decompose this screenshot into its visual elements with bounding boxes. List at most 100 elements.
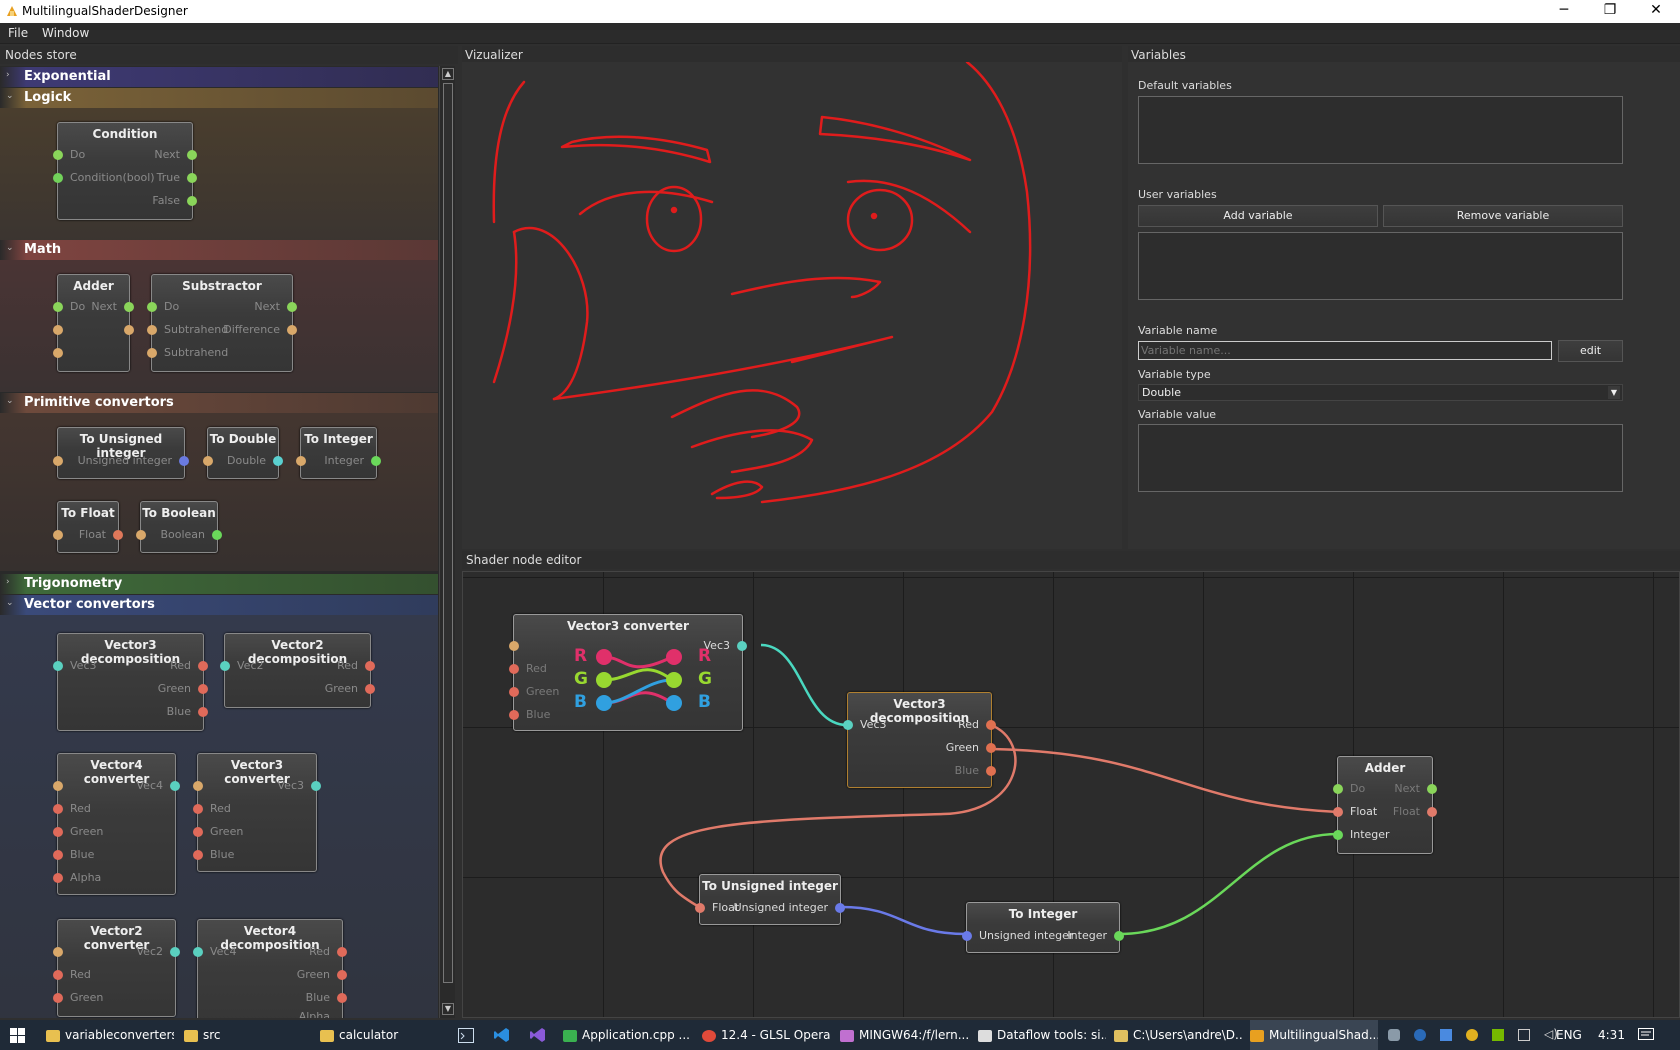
scroll-thumb[interactable] (443, 83, 453, 983)
terminal-icon[interactable] (458, 1028, 474, 1043)
store-node-vector4-converter[interactable]: Vector4 converter Vec4 Red Green Blue Al… (53, 753, 180, 895)
taskbar-item-dataflow[interactable]: Dataflow tools: si... (978, 1020, 1106, 1050)
pin (296, 456, 306, 466)
network-icon[interactable] (1518, 1029, 1530, 1041)
pin[interactable] (1333, 830, 1343, 840)
variable-type-select[interactable]: Double ▼ (1138, 384, 1623, 401)
pin (53, 302, 63, 312)
taskbar-item-variableconverters[interactable]: variableconverters (46, 1020, 174, 1050)
pin (53, 325, 63, 335)
store-node-vector3-converter[interactable]: Vector3 converter Vec3 Red Green Blue (193, 753, 321, 872)
pin[interactable] (843, 720, 853, 730)
taskbar-item-mingw[interactable]: MINGW64:/f/lern... (840, 1020, 968, 1050)
edit-button[interactable]: edit (1558, 340, 1623, 362)
minimize-button[interactable]: ─ (1541, 0, 1587, 23)
store-node-vector3-decomposition[interactable]: Vector3 decomposition Vec3 Red Green Blu… (53, 633, 208, 731)
pin[interactable] (986, 720, 996, 730)
nodes-store-scrollbar[interactable]: ▲ ▼ (439, 66, 455, 1018)
store-node-vector4-decomposition[interactable]: Vector4 decomposition Vec4 Red Green Blu… (193, 919, 347, 1018)
chrome-tray-icon[interactable] (1466, 1029, 1478, 1041)
taskbar-item-calculator[interactable]: calculator (320, 1020, 448, 1050)
store-node-vector2-decomposition[interactable]: Vector2 decomposition Vec2 Red Green (220, 633, 375, 708)
variable-type-label: Variable type (1138, 368, 1211, 381)
editor-node-to-unsigned-integer[interactable]: To Unsigned integer Float Unsigned integ… (695, 874, 845, 925)
pin[interactable] (986, 766, 996, 776)
store-node-to-double[interactable]: To Double Double (203, 427, 283, 479)
pin[interactable] (962, 931, 972, 941)
store-node-vector2-converter[interactable]: Vector2 converter Vec2 Red Green (53, 919, 180, 1017)
category-vector[interactable]: ⌄ Vector convertors (0, 595, 438, 615)
category-exponential[interactable]: › Exponential (0, 67, 438, 87)
editor-node-adder[interactable]: Adder Do Next Float Float Integer (1333, 756, 1437, 854)
default-variables-list[interactable] (1138, 96, 1623, 164)
taskbar-label: src (203, 1028, 221, 1042)
pin[interactable] (1333, 784, 1343, 794)
add-variable-button[interactable]: Add variable (1138, 205, 1378, 227)
steam-icon[interactable] (1414, 1029, 1426, 1041)
editor-node-vector3-converter[interactable]: Vector3 converter Vec3 Red Green Blue R … (509, 614, 747, 731)
vscode-icon[interactable] (494, 1027, 510, 1043)
scroll-up-icon[interactable]: ▲ (442, 68, 454, 80)
store-node-to-float[interactable]: To Float Float (53, 501, 123, 553)
shield-icon[interactable] (1440, 1029, 1452, 1041)
windows-start-icon[interactable] (10, 1028, 25, 1043)
category-trigonometry[interactable]: › Trigonometry (0, 574, 438, 594)
category-math[interactable]: ⌄ Math (0, 240, 438, 260)
visual-studio-icon[interactable] (530, 1027, 546, 1043)
user-variables-list[interactable] (1138, 232, 1623, 300)
category-logick[interactable]: ⌄ Logick (0, 88, 438, 108)
store-node-to-integer[interactable]: To Integer Integer (296, 427, 381, 479)
pin[interactable] (1333, 807, 1343, 817)
taskbar-item-application-cpp[interactable]: Application.cpp ... (563, 1020, 691, 1050)
clock[interactable]: 4:31 (1598, 1028, 1625, 1042)
taskbar-item-multilingualshad[interactable]: MultilingualShad... (1250, 1020, 1378, 1050)
pin-label: Blue (166, 705, 191, 718)
store-node-to-unsigned-integer[interactable]: To Unsigned integer Unsigned integer (53, 427, 189, 479)
taskbar-item-explorer-path[interactable]: C:\Users\andre\D... (1114, 1020, 1242, 1050)
pin[interactable] (1114, 931, 1124, 941)
pin (193, 781, 203, 791)
pin (509, 687, 519, 697)
remove-variable-button[interactable]: Remove variable (1383, 205, 1623, 227)
pin-label: Subtrahend (164, 323, 229, 336)
notification-icon[interactable] (1638, 1028, 1654, 1042)
editor-node-to-integer[interactable]: To Integer Unsigned integer Integer (962, 902, 1124, 953)
pin[interactable] (986, 743, 996, 753)
pin[interactable] (835, 903, 845, 913)
taskbar-item-src[interactable]: src (184, 1020, 312, 1050)
scroll-down-icon[interactable]: ▼ (442, 1003, 454, 1015)
pin[interactable] (737, 641, 747, 651)
pin-label: Do (70, 300, 86, 313)
taskbar-item-glsl[interactable]: 12.4 - GLSL Opera... (702, 1020, 830, 1050)
close-button[interactable]: ✕ (1633, 0, 1679, 23)
category-primitive[interactable]: ⌄ Primitive convertors (0, 393, 438, 413)
pin[interactable] (1427, 807, 1437, 817)
variable-value-box[interactable] (1138, 424, 1623, 492)
category-label: Exponential (24, 69, 111, 84)
menu-window[interactable]: Window (42, 26, 89, 40)
folder-icon (46, 1029, 60, 1042)
shader-node-editor[interactable]: Vector3 converter Vec3 Red Green Blue R … (462, 571, 1680, 1018)
discord-icon[interactable] (1388, 1029, 1400, 1041)
visualizer-canvas[interactable] (462, 62, 1122, 549)
pin[interactable] (1427, 784, 1437, 794)
store-node-to-boolean[interactable]: To Boolean Boolean (136, 501, 222, 553)
maximize-button[interactable]: ❐ (1587, 0, 1633, 23)
pin[interactable] (695, 903, 705, 913)
variable-name-input[interactable] (1138, 341, 1552, 360)
store-node-substractor[interactable]: Substractor Do Next Subtrahend Differenc… (147, 274, 297, 372)
pin-label: Next (91, 300, 117, 313)
chevron-down-icon[interactable]: ▼ (1608, 386, 1620, 399)
language-indicator[interactable]: ENG (1556, 1028, 1582, 1042)
pin-label: Green (526, 685, 560, 698)
store-node-condition[interactable]: Condition Do Next Condition(bool) True F… (53, 122, 197, 220)
pin-label: False (152, 194, 180, 207)
pin-label: Integer (1350, 828, 1390, 841)
taskbar-label: variableconverters (65, 1028, 174, 1042)
pin-label: Subtrahend (164, 346, 229, 359)
store-node-adder[interactable]: Adder Do Next (53, 274, 134, 372)
editor-node-vector3-decomposition[interactable]: Vector3 decomposition Vec3 Red Green Blu… (843, 692, 996, 788)
menu-file[interactable]: File (8, 26, 28, 40)
nvidia-icon[interactable] (1492, 1029, 1504, 1041)
pin-label: Red (170, 659, 191, 672)
